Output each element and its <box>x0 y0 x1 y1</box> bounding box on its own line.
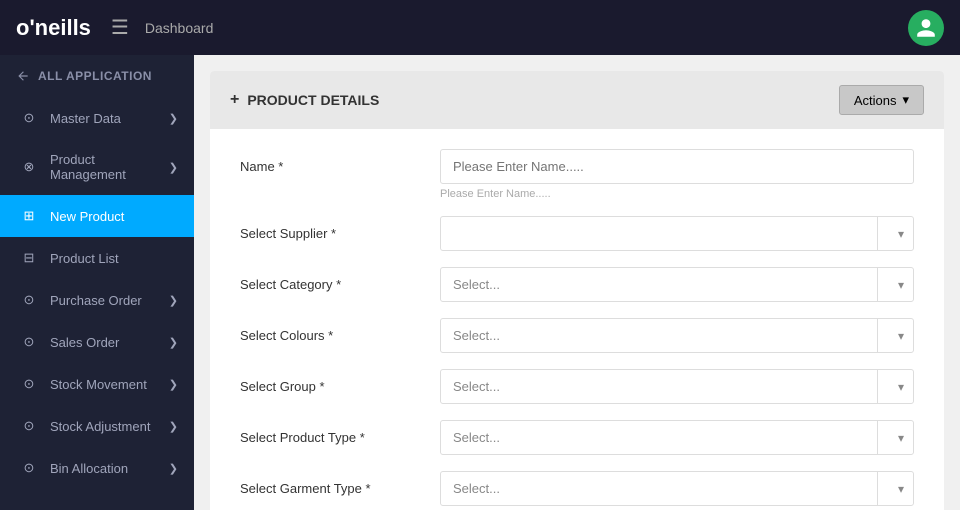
sidebar-item-master-data[interactable]: ⊙ Master Data ❯ <box>0 97 194 139</box>
actions-button[interactable]: Actions ▾ <box>839 85 924 115</box>
actions-label: Actions <box>854 93 897 108</box>
garment-type-label: Select Garment Type * <box>240 471 440 496</box>
sidebar-label-stock-movement: Stock Movement <box>50 377 169 392</box>
sidebar-item-purchase-order[interactable]: ⊙ Purchase Order ❯ <box>0 279 194 321</box>
stock-movement-icon: ⊙ <box>20 376 38 392</box>
bin-allocation-icon: ⊙ <box>20 460 38 476</box>
form-body: Name * Please Enter Name..... Select Sup… <box>210 129 944 510</box>
colours-label: Select Colours * <box>240 318 440 343</box>
sidebar-item-bin-allocation[interactable]: ⊙ Bin Allocation ❯ <box>0 447 194 489</box>
chevron-icon-po: ❯ <box>169 294 178 307</box>
product-details-card: + PRODUCT DETAILS Actions ▾ Name * Pleas… <box>210 71 944 510</box>
purchase-order-icon: ⊙ <box>20 292 38 308</box>
sidebar-item-new-product[interactable]: ⊞ New Product <box>0 195 194 237</box>
back-arrow-icon <box>16 69 30 83</box>
sidebar-item-stock-adjustment[interactable]: ⊙ Stock Adjustment ❯ <box>0 405 194 447</box>
group-label: Select Group * <box>240 369 440 394</box>
user-icon <box>915 17 937 39</box>
chevron-icon-ba: ❯ <box>169 462 178 475</box>
name-hint: Please Enter Name..... <box>440 188 914 200</box>
sidebar-label-product-management: Product Management <box>50 152 169 182</box>
logo: o'neills <box>16 15 91 41</box>
top-navigation: o'neills ☰ Dashboard <box>0 0 960 55</box>
supplier-select[interactable] <box>440 216 914 251</box>
chevron-icon-sm: ❯ <box>169 378 178 391</box>
group-select[interactable]: Select... <box>440 369 914 404</box>
category-select[interactable]: Select... <box>440 267 914 302</box>
product-management-icon: ⊗ <box>20 159 38 175</box>
new-product-icon: ⊞ <box>20 208 38 224</box>
stock-adjustment-icon: ⊙ <box>20 418 38 434</box>
sidebar-label-new-product: New Product <box>50 209 178 224</box>
name-field: Please Enter Name..... <box>440 149 914 200</box>
logo-text: o'neills <box>16 15 91 41</box>
card-header: + PRODUCT DETAILS Actions ▾ <box>210 71 944 129</box>
select-divider-col <box>877 318 878 353</box>
sidebar-label-master-data: Master Data <box>50 111 169 126</box>
select-divider-grp <box>877 369 878 404</box>
avatar[interactable] <box>908 10 944 46</box>
sidebar: ALL APPLICATION ⊙ Master Data ❯ ⊗ Produc… <box>0 55 194 510</box>
colours-select[interactable]: Select... <box>440 318 914 353</box>
form-row-supplier: Select Supplier * ▾ <box>240 216 914 251</box>
sales-order-icon: ⊙ <box>20 334 38 350</box>
product-type-select[interactable]: Select... <box>440 420 914 455</box>
select-divider-gt <box>877 471 878 506</box>
master-data-icon: ⊙ <box>20 110 38 126</box>
plus-icon: + <box>230 91 239 109</box>
form-row-name: Name * Please Enter Name..... <box>240 149 914 200</box>
nav-dashboard-title: Dashboard <box>145 20 214 36</box>
form-row-garment-type: Select Garment Type * Select... ▾ <box>240 471 914 506</box>
group-select-wrapper: Select... ▾ <box>440 369 914 404</box>
sidebar-label-product-list: Product List <box>50 251 178 266</box>
select-divider-cat <box>877 267 878 302</box>
select-divider-pt <box>877 420 878 455</box>
card-title: + PRODUCT DETAILS <box>230 91 379 109</box>
sidebar-label-purchase-order: Purchase Order <box>50 293 169 308</box>
sidebar-header-label: ALL APPLICATION <box>38 69 152 83</box>
hamburger-button[interactable]: ☰ <box>111 15 129 40</box>
actions-chevron-icon: ▾ <box>902 92 909 108</box>
chevron-icon-pm: ❯ <box>169 161 178 174</box>
garment-type-select-wrapper: Select... ▾ <box>440 471 914 506</box>
chevron-icon-sa: ❯ <box>169 420 178 433</box>
sidebar-label-bin-allocation: Bin Allocation <box>50 461 169 476</box>
garment-type-select[interactable]: Select... <box>440 471 914 506</box>
main-content: + PRODUCT DETAILS Actions ▾ Name * Pleas… <box>194 55 960 510</box>
garment-type-field: Select... ▾ <box>440 471 914 506</box>
name-label: Name * <box>240 149 440 174</box>
sidebar-header[interactable]: ALL APPLICATION <box>0 55 194 97</box>
form-row-colours: Select Colours * Select... ▾ <box>240 318 914 353</box>
sidebar-item-product-list[interactable]: ⊟ Product List <box>0 237 194 279</box>
product-type-label: Select Product Type * <box>240 420 440 445</box>
product-list-icon: ⊟ <box>20 250 38 266</box>
group-field: Select... ▾ <box>440 369 914 404</box>
form-row-group: Select Group * Select... ▾ <box>240 369 914 404</box>
chevron-icon-so: ❯ <box>169 336 178 349</box>
sidebar-item-stock-movement[interactable]: ⊙ Stock Movement ❯ <box>0 363 194 405</box>
card-title-text: PRODUCT DETAILS <box>247 92 379 108</box>
supplier-select-wrapper: ▾ <box>440 216 914 251</box>
colours-select-wrapper: Select... ▾ <box>440 318 914 353</box>
supplier-field: ▾ <box>440 216 914 251</box>
form-row-category: Select Category * Select... ▾ <box>240 267 914 302</box>
product-type-field: Select... ▾ <box>440 420 914 455</box>
chevron-icon: ❯ <box>169 112 178 125</box>
select-divider <box>877 216 878 251</box>
form-row-product-type: Select Product Type * Select... ▾ <box>240 420 914 455</box>
category-field: Select... ▾ <box>440 267 914 302</box>
category-label: Select Category * <box>240 267 440 292</box>
name-input[interactable] <box>440 149 914 184</box>
product-type-select-wrapper: Select... ▾ <box>440 420 914 455</box>
page-layout: ALL APPLICATION ⊙ Master Data ❯ ⊗ Produc… <box>0 0 960 510</box>
sidebar-item-product-management[interactable]: ⊗ Product Management ❯ <box>0 139 194 195</box>
sidebar-item-sales-order[interactable]: ⊙ Sales Order ❯ <box>0 321 194 363</box>
supplier-label: Select Supplier * <box>240 216 440 241</box>
sidebar-label-sales-order: Sales Order <box>50 335 169 350</box>
colours-field: Select... ▾ <box>440 318 914 353</box>
category-select-wrapper: Select... ▾ <box>440 267 914 302</box>
sidebar-label-stock-adjustment: Stock Adjustment <box>50 419 169 434</box>
